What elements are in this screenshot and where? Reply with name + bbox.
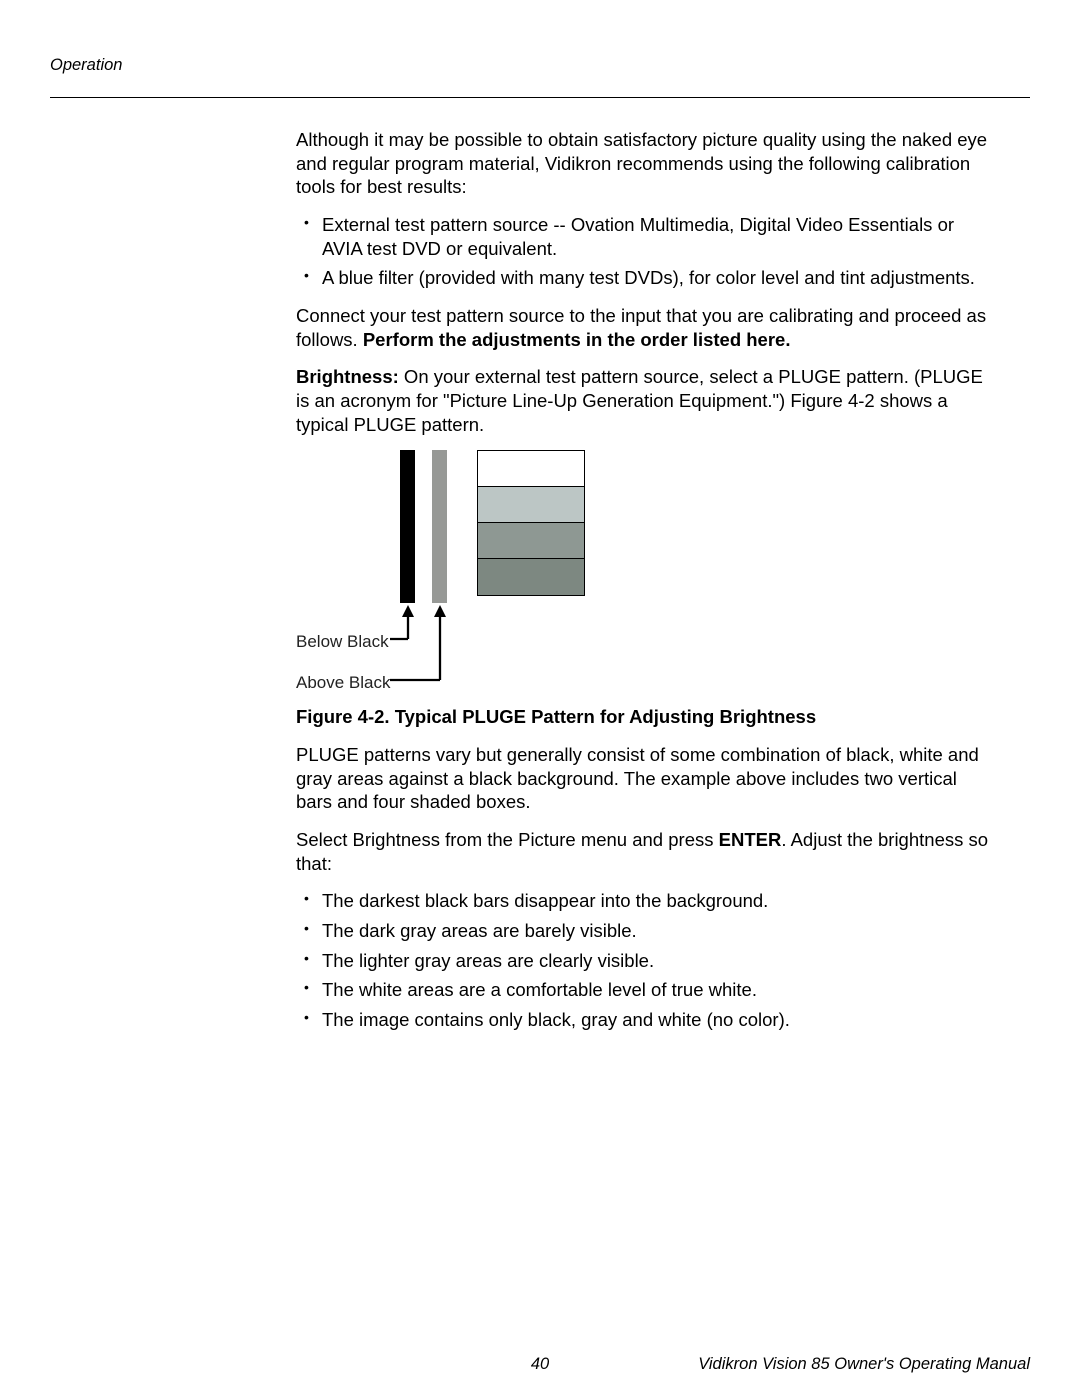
list-item: The white areas are a comfortable level … bbox=[320, 978, 996, 1002]
above-black-arrow-icon bbox=[388, 605, 458, 685]
list-item: The lighter gray areas are clearly visib… bbox=[320, 949, 996, 973]
adjust-list: The darkest black bars disappear into th… bbox=[296, 889, 996, 1031]
list-item: External test pattern source -- Ovation … bbox=[320, 213, 996, 260]
header-section: Operation bbox=[50, 56, 122, 75]
box-light-gray bbox=[478, 487, 584, 523]
connect-paragraph: Connect your test pattern source to the … bbox=[296, 304, 996, 351]
intro-paragraph: Although it may be possible to obtain sa… bbox=[296, 128, 996, 199]
doc-title: Vidikron Vision 85 Owner's Operating Man… bbox=[698, 1355, 1030, 1374]
brightness-label: Brightness: bbox=[296, 366, 399, 387]
brightness-text: On your external test pattern source, se… bbox=[296, 366, 983, 434]
select-bold: ENTER bbox=[719, 829, 782, 850]
gray-scale-boxes bbox=[477, 450, 585, 596]
list-item: The image contains only black, gray and … bbox=[320, 1008, 996, 1032]
above-black-bar bbox=[432, 450, 447, 603]
pluge-figure: Below Black Above Black bbox=[296, 450, 696, 705]
select-pre: Select Brightness from the Picture menu … bbox=[296, 829, 719, 850]
header-rule bbox=[50, 97, 1030, 98]
brightness-paragraph: Brightness: On your external test patter… bbox=[296, 365, 996, 436]
connect-bold: Perform the adjustments in the order lis… bbox=[363, 329, 791, 350]
box-dark-gray bbox=[478, 559, 584, 595]
list-item: A blue filter (provided with many test D… bbox=[320, 266, 996, 290]
tools-list: External test pattern source -- Ovation … bbox=[296, 213, 996, 290]
figure-caption: Figure 4-2. Typical PLUGE Pattern for Ad… bbox=[296, 705, 996, 729]
list-item: The darkest black bars disappear into th… bbox=[320, 889, 996, 913]
box-white bbox=[478, 451, 584, 487]
page: Operation Although it may be possible to… bbox=[0, 0, 1080, 1397]
list-item: The dark gray areas are barely visible. bbox=[320, 919, 996, 943]
below-black-label: Below Black bbox=[296, 631, 389, 653]
page-number: 40 bbox=[531, 1355, 549, 1374]
box-mid-gray bbox=[478, 523, 584, 559]
above-black-label: Above Black bbox=[296, 672, 391, 694]
pluge-description: PLUGE patterns vary but generally consis… bbox=[296, 743, 996, 814]
main-content: Although it may be possible to obtain sa… bbox=[296, 128, 996, 1046]
below-black-bar bbox=[400, 450, 415, 603]
select-brightness-paragraph: Select Brightness from the Picture menu … bbox=[296, 828, 996, 875]
